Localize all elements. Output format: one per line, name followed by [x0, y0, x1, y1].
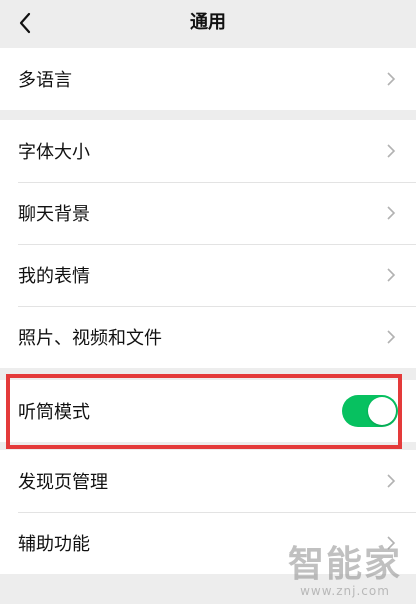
setting-row-discover-management[interactable]: 发现页管理 — [0, 450, 416, 512]
setting-row-chat-background[interactable]: 聊天背景 — [0, 182, 416, 244]
setting-label: 辅助功能 — [18, 534, 90, 555]
navigation-bar: 通用 — [0, 0, 416, 46]
setting-row-my-stickers[interactable]: 我的表情 — [0, 244, 416, 306]
chevron-right-icon — [387, 206, 396, 220]
earpiece-mode-toggle[interactable] — [342, 395, 398, 427]
page-title: 通用 — [190, 12, 226, 33]
chevron-right-icon — [387, 268, 396, 282]
setting-label: 照片、视频和文件 — [18, 328, 162, 349]
chevron-right-icon — [387, 144, 396, 158]
setting-row-multi-language[interactable]: 多语言 — [0, 48, 416, 110]
setting-label: 聊天背景 — [18, 204, 90, 225]
setting-row-accessibility[interactable]: 辅助功能 — [0, 512, 416, 574]
setting-row-font-size[interactable]: 字体大小 — [0, 120, 416, 182]
toggle-knob — [368, 397, 396, 425]
settings-group-language: 多语言 — [0, 48, 416, 110]
setting-label: 多语言 — [18, 70, 72, 91]
watermark-url: www.znj.com — [300, 584, 390, 598]
chevron-right-icon — [387, 536, 396, 550]
settings-group-display: 字体大小 聊天背景 我的表情 照片、视频和文件 — [0, 120, 416, 368]
chevron-right-icon — [387, 72, 396, 86]
setting-label: 听筒模式 — [18, 402, 90, 423]
setting-label: 我的表情 — [18, 266, 90, 287]
setting-label: 发现页管理 — [18, 472, 108, 493]
setting-row-earpiece-mode: 听筒模式 — [0, 380, 416, 442]
settings-group-earpiece: 听筒模式 — [0, 380, 416, 442]
setting-row-photos-videos-files[interactable]: 照片、视频和文件 — [0, 306, 416, 368]
setting-label: 字体大小 — [18, 142, 90, 163]
chevron-right-icon — [387, 474, 396, 488]
chevron-right-icon — [387, 330, 396, 344]
settings-group-discover: 发现页管理 辅助功能 — [0, 450, 416, 574]
